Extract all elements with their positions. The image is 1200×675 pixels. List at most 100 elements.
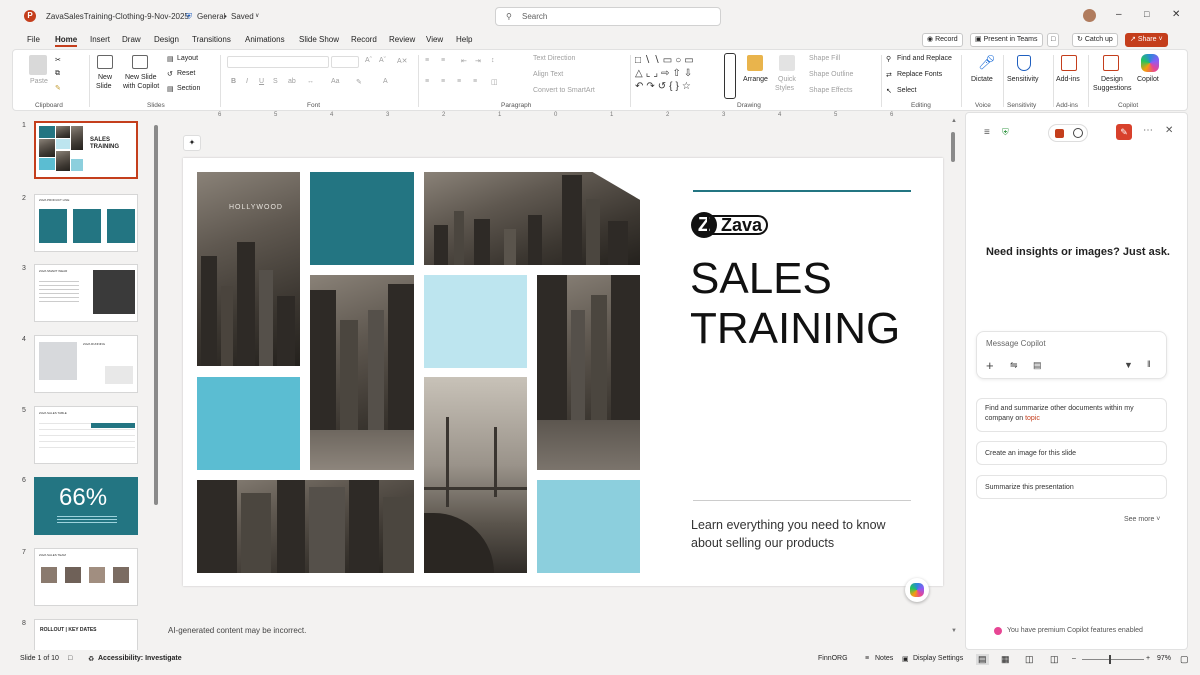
bullets-icon[interactable]: ≡: [425, 57, 429, 64]
font-name-dropdown[interactable]: [227, 56, 329, 68]
catch-up-button[interactable]: ↻ Catch up: [1072, 33, 1118, 47]
prompt-library-icon[interactable]: ▤: [1033, 360, 1042, 371]
slide-title-line-2[interactable]: TRAINING: [690, 304, 900, 354]
zoom-slider-thumb[interactable]: [1109, 655, 1111, 664]
clear-format-icon[interactable]: A✕: [397, 57, 408, 65]
designer-sparkle-icon[interactable]: ✦: [183, 135, 201, 151]
copy-icon[interactable]: ⧉: [55, 70, 60, 78]
zoom-out-icon[interactable]: –: [1072, 655, 1076, 662]
voice-icon[interactable]: ‖: [1147, 359, 1151, 369]
thumbnail-slide-7[interactable]: ZAVA SALES TEAM: [34, 548, 138, 606]
street-photo[interactable]: [310, 275, 414, 470]
tab-animations[interactable]: Animations: [245, 35, 285, 44]
font-size-dropdown[interactable]: [331, 56, 359, 68]
maximize-icon[interactable]: □: [1144, 9, 1149, 19]
arrange-button[interactable]: Arrange: [743, 76, 768, 83]
thumbnail-scrollbar[interactable]: [154, 125, 158, 505]
tab-insert[interactable]: Insert: [90, 35, 110, 44]
settings-sliders-icon[interactable]: ⇋: [1010, 360, 1018, 371]
suggestion-card-summarize-docs[interactable]: Find and summarize other documents withi…: [976, 398, 1167, 432]
reading-view-icon[interactable]: ◫: [1025, 654, 1034, 665]
design-suggestions-button[interactable]: Design: [1101, 76, 1123, 83]
suggestion-card-summarize-presentation[interactable]: Summarize this presentation: [976, 475, 1167, 499]
shape-effects-button[interactable]: Shape Effects: [809, 87, 852, 94]
shapes-gallery[interactable]: □∖∖▭○▭ △⌞⌟⇨⇧⇩ ↶↷↺{}☆: [635, 54, 727, 98]
tab-slideshow[interactable]: Slide Show: [299, 35, 339, 44]
new-slide-button[interactable]: New: [98, 74, 112, 81]
comment-icon[interactable]: □: [1047, 33, 1060, 47]
topic-link[interactable]: topic: [1025, 415, 1040, 422]
record-button[interactable]: ◉ Record: [922, 33, 963, 47]
thumbnail-slide-3[interactable]: ZAVA SMART WEAR: [34, 264, 138, 322]
suggestion-card-create-image[interactable]: Create an image for this slide: [976, 441, 1167, 465]
copilot-floating-button[interactable]: [905, 578, 929, 602]
change-case-icon[interactable]: Aa: [331, 78, 340, 85]
convert-smartart-button[interactable]: Convert to SmartArt: [533, 87, 595, 94]
tab-draw[interactable]: Draw: [122, 35, 141, 44]
tab-design[interactable]: Design: [154, 35, 179, 44]
copilot-button[interactable]: Copilot: [1137, 76, 1159, 83]
underline-icon[interactable]: U: [259, 78, 264, 85]
section-button[interactable]: Section: [177, 85, 200, 92]
line-spacing-icon[interactable]: ↕: [491, 57, 495, 64]
slide-title-line-1[interactable]: SALES: [690, 254, 832, 304]
minimize-icon[interactable]: –: [1116, 9, 1122, 20]
new-chat-icon[interactable]: ✎: [1116, 124, 1132, 140]
increase-indent-icon[interactable]: ⇥: [475, 57, 481, 65]
slide-sorter-icon[interactable]: ▦: [1001, 654, 1010, 665]
display-settings-button[interactable]: Display Settings: [913, 655, 963, 662]
highlight-icon[interactable]: ✎: [356, 78, 362, 86]
tab-transitions[interactable]: Transitions: [192, 35, 231, 44]
copilot-message-box[interactable]: Message Copilot + ⇋ ▤ ▼ ‖: [976, 331, 1167, 379]
font-color-icon[interactable]: A: [383, 78, 388, 85]
columns-icon[interactable]: ◫: [491, 78, 498, 86]
menu-icon[interactable]: ≡: [984, 127, 990, 138]
select-button[interactable]: Select: [897, 87, 916, 94]
mode-toggle[interactable]: [1048, 124, 1088, 142]
skyline-photo[interactable]: [424, 172, 640, 265]
shadow-icon[interactable]: ab: [288, 78, 296, 85]
close-pane-icon[interactable]: ✕: [1165, 125, 1173, 136]
paste-icon[interactable]: [29, 55, 47, 75]
zoom-in-icon[interactable]: +: [1146, 655, 1150, 662]
notes-button[interactable]: Notes: [875, 655, 893, 662]
avatar[interactable]: [1083, 9, 1096, 22]
thumbnail-slide-6[interactable]: 66%: [34, 477, 138, 535]
slide-subtitle[interactable]: Learn everything you need to know about …: [691, 516, 911, 552]
tab-review[interactable]: Review: [389, 35, 415, 44]
accessibility-status[interactable]: Accessibility: Investigate: [98, 655, 182, 662]
zoom-slider[interactable]: [1082, 655, 1144, 664]
justify-icon[interactable]: ≡: [473, 78, 477, 85]
search-input[interactable]: Search: [522, 12, 547, 21]
zoom-level[interactable]: 97%: [1157, 655, 1171, 662]
paste-button[interactable]: Paste: [30, 78, 48, 85]
tab-view[interactable]: View: [426, 35, 443, 44]
close-icon[interactable]: ✕: [1172, 9, 1180, 20]
grow-font-icon[interactable]: Aˆ: [365, 57, 372, 64]
thumbnail-slide-2[interactable]: ZAVA PRODUCT LINE: [34, 194, 138, 252]
normal-view-icon[interactable]: ▤: [976, 654, 989, 665]
replace-fonts-button[interactable]: Replace Fonts: [897, 71, 942, 78]
tab-file[interactable]: File: [27, 35, 40, 44]
copilot-message-input[interactable]: Message Copilot: [986, 339, 1046, 348]
format-painter-icon[interactable]: ✎: [55, 84, 61, 92]
more-options-icon[interactable]: ⋯: [1143, 125, 1153, 136]
bold-icon[interactable]: B: [231, 78, 236, 85]
add-ins-button[interactable]: Add-ins: [1056, 76, 1080, 83]
share-button[interactable]: ↗ Share ˅: [1125, 33, 1168, 47]
document-title[interactable]: ZavaSalesTraining-Clothing-9-Nov-2025: [46, 12, 189, 21]
tab-record[interactable]: Record: [351, 35, 377, 44]
search-box[interactable]: ⚲ Search: [495, 7, 721, 26]
avenue-photo[interactable]: [537, 275, 640, 470]
numbering-icon[interactable]: ≡: [441, 57, 445, 64]
cut-icon[interactable]: ✂: [55, 56, 61, 64]
italic-icon[interactable]: I: [246, 78, 248, 85]
quick-styles-button[interactable]: Quick: [778, 76, 796, 83]
align-right-icon[interactable]: ≡: [457, 78, 461, 85]
slideshow-icon[interactable]: ◫: [1050, 654, 1059, 665]
slide-counter[interactable]: Slide 1 of 10: [20, 655, 59, 662]
sensitivity-button[interactable]: Sensitivity: [1007, 76, 1039, 83]
decrease-indent-icon[interactable]: ⇤: [461, 57, 467, 65]
align-left-icon[interactable]: ≡: [425, 78, 429, 85]
spelling-icon[interactable]: □: [68, 655, 72, 662]
